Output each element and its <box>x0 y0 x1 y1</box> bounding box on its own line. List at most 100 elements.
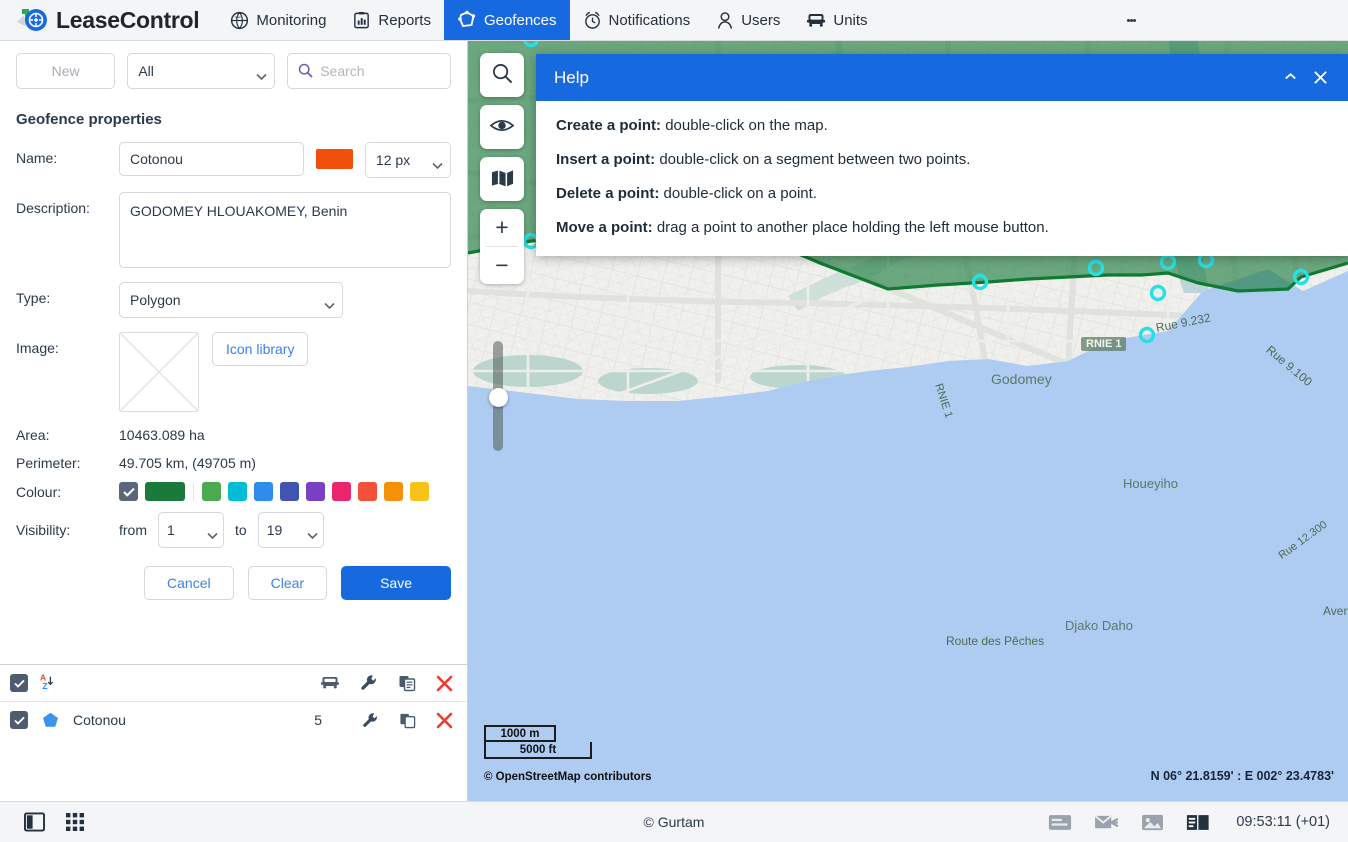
help-dialog: Help Create a point: double-click on the… <box>536 54 1348 256</box>
tab-users[interactable]: Users <box>703 0 793 40</box>
colour-row: Colour: <box>16 482 451 501</box>
colour-swatch-1[interactable] <box>228 482 247 501</box>
help-dialog-header: Help <box>536 54 1348 101</box>
row-checkbox[interactable] <box>10 711 28 729</box>
name-input[interactable] <box>119 142 304 176</box>
colour-swatch-6[interactable] <box>358 482 377 501</box>
map-visibility-button[interactable] <box>480 105 524 149</box>
perimeter-value: 49.705 km, (49705 m) <box>119 454 256 471</box>
clear-button[interactable]: Clear <box>248 566 327 600</box>
colour-swatch-5[interactable] <box>332 482 351 501</box>
type-row: Type: Polygon <box>16 282 451 318</box>
help-desc: drag a point to another place holding th… <box>657 219 1049 236</box>
tab-monitoring[interactable]: Monitoring <box>217 0 339 40</box>
tab-reports[interactable]: Reports <box>339 0 444 40</box>
visibility-to-select[interactable]: 19 <box>258 512 324 548</box>
colour-swatch-7[interactable] <box>384 482 403 501</box>
delete-icon[interactable] <box>436 675 453 692</box>
bus-icon[interactable] <box>320 675 340 692</box>
top-navigation-bar: LeaseControl Monitoring Reports Geofence… <box>0 0 1348 41</box>
sort-az-icon[interactable]: A Z <box>40 673 57 693</box>
type-select[interactable]: Polygon <box>119 282 343 318</box>
layout-icon[interactable] <box>1186 813 1210 832</box>
search-icon <box>298 63 313 81</box>
help-dialog-body: Create a point: double-click on the map.… <box>536 101 1348 256</box>
copy-icon[interactable] <box>399 712 416 729</box>
chevron-down-icon <box>256 68 265 77</box>
close-icon[interactable] <box>1305 63 1335 93</box>
geofences-sidebar: New All Geofence properties Name: <box>0 41 468 801</box>
icon-library-button[interactable]: Icon library <box>212 332 308 366</box>
kebab-menu-icon[interactable] <box>1118 0 1144 41</box>
chevron-down-icon <box>324 297 333 306</box>
wrench-icon[interactable] <box>362 712 379 729</box>
help-desc: double-click on a point. <box>664 185 817 202</box>
key-wheel-logo <box>14 5 48 35</box>
tab-label: Users <box>741 12 780 29</box>
tab-notifications[interactable]: Notifications <box>570 0 704 40</box>
wrench-icon[interactable] <box>360 674 378 692</box>
help-line: Create a point: double-click on the map. <box>556 117 1329 134</box>
help-line: Insert a point: double-click on a segmen… <box>556 151 1329 168</box>
map-layers-button[interactable] <box>480 157 524 201</box>
tab-label: Monitoring <box>256 12 326 29</box>
help-dialog-title: Help <box>554 68 1275 88</box>
colour-swatch-8[interactable] <box>410 482 429 501</box>
apps-grid-icon[interactable] <box>65 812 85 832</box>
colour-swatch-2[interactable] <box>254 482 273 501</box>
chevron-down-icon <box>432 157 441 166</box>
perimeter-label: Perimeter: <box>16 455 119 471</box>
help-desc: double-click on a segment between two po… <box>659 151 970 168</box>
chevron-up-icon[interactable] <box>1275 63 1305 93</box>
help-term: Insert a point: <box>556 151 655 168</box>
zoom-out-button[interactable]: − <box>480 247 524 284</box>
palette-divider <box>193 483 194 501</box>
colour-label: Colour: <box>16 484 119 500</box>
image-icon[interactable] <box>1141 813 1164 832</box>
colour-swatch-3[interactable] <box>280 482 299 501</box>
chart-report-icon <box>352 11 371 30</box>
cancel-button[interactable]: Cancel <box>144 566 234 600</box>
map-search-button[interactable] <box>480 53 524 97</box>
text-color-swatch[interactable] <box>316 149 353 169</box>
eye-icon <box>490 117 514 137</box>
zoom-slider-knob[interactable] <box>489 388 508 407</box>
new-button[interactable]: New <box>16 53 115 89</box>
main-content: New All Geofence properties Name: <box>0 41 1348 801</box>
empty-image-icon[interactable] <box>119 332 199 412</box>
colour-enabled-checkbox[interactable] <box>119 482 138 501</box>
colour-swatch-selected[interactable] <box>145 482 185 501</box>
table-row[interactable]: Cotonou 5 <box>0 701 467 738</box>
description-textarea[interactable]: GODOMEY HLOUAKOMEY, Benin <box>119 192 451 268</box>
search-input[interactable] <box>320 63 440 79</box>
visibility-from-select[interactable]: 1 <box>158 512 224 548</box>
delete-icon[interactable] <box>436 712 453 729</box>
search-field[interactable] <box>287 53 451 89</box>
map-pane[interactable]: BambousaEucalyptusRNIE 1Rue 9.232Rue 9.1… <box>468 41 1348 801</box>
map-controls: + − <box>480 53 524 284</box>
help-term: Create a point: <box>556 117 661 134</box>
save-button[interactable]: Save <box>341 566 451 600</box>
bus-icon <box>806 11 826 30</box>
filter-select[interactable]: All <box>127 53 275 89</box>
tab-units[interactable]: Units <box>793 0 880 40</box>
help-line: Delete a point: double-click on a point. <box>556 185 1329 202</box>
geofence-list: A Z <box>0 664 467 738</box>
panel-toggle-icon[interactable] <box>24 812 45 832</box>
chevron-down-icon <box>307 527 316 536</box>
help-line: Move a point: drag a point to another pl… <box>556 219 1329 236</box>
globe-icon <box>230 11 249 30</box>
tab-geofences[interactable]: Geofences <box>444 0 570 40</box>
colour-swatch-0[interactable] <box>202 482 221 501</box>
mail-forward-icon[interactable] <box>1094 813 1119 832</box>
select-all-checkbox[interactable] <box>10 674 28 692</box>
tab-label: Geofences <box>484 12 557 29</box>
nav-tabs: Monitoring Reports Geofences Notificatio… <box>217 0 880 40</box>
brand: LeaseControl <box>0 0 217 40</box>
text-size-select[interactable]: 12 px <box>365 142 451 178</box>
colour-swatch-4[interactable] <box>306 482 325 501</box>
zoom-in-button[interactable]: + <box>480 209 524 246</box>
visibility-from-label: from <box>119 522 147 538</box>
copy-icon[interactable] <box>398 674 416 692</box>
messages-icon[interactable] <box>1048 813 1072 832</box>
